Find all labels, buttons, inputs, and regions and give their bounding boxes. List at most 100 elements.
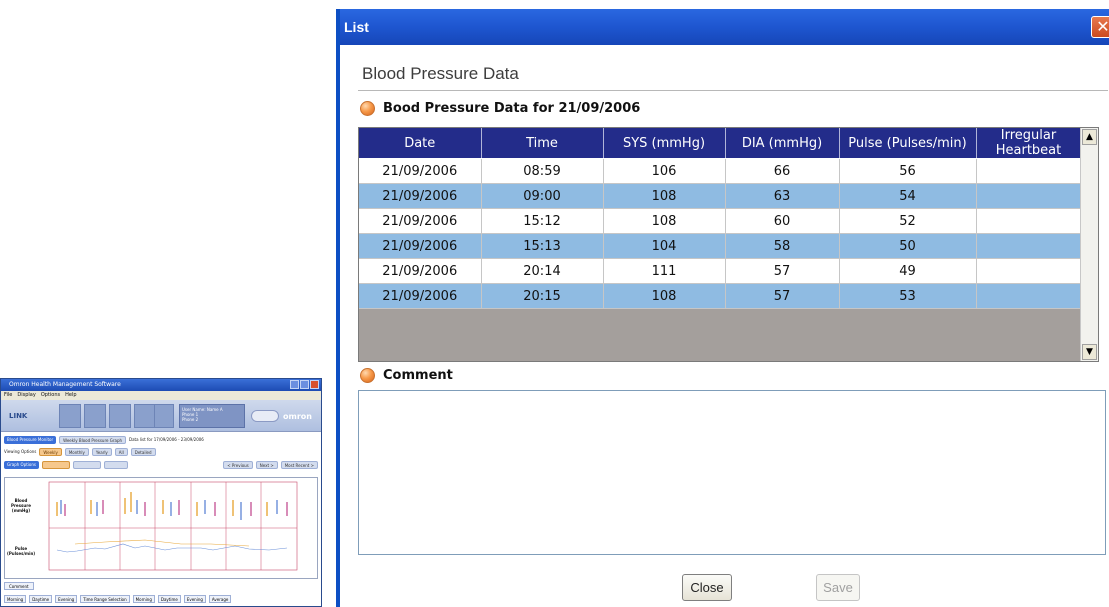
cell-pulse: 50 — [839, 233, 977, 259]
cell-pulse: 52 — [839, 208, 977, 234]
range-evening[interactable]: Evening — [183, 595, 206, 603]
user-name-value: Name A — [206, 407, 223, 412]
cell-pulse: 49 — [839, 258, 977, 284]
data-section-header: Bood Pressure Data for 21/09/2006 — [360, 101, 640, 116]
menu-file[interactable]: File — [4, 391, 12, 400]
graph-option-1[interactable] — [41, 460, 70, 469]
graph-options-button[interactable]: Graph Options — [4, 460, 39, 469]
background-title-bar: Omron Health Management Software — [1, 379, 321, 391]
close-icon[interactable] — [310, 380, 319, 389]
tab-weekly-graph[interactable]: Weekly Blood Pressure Graph — [59, 435, 127, 444]
page-title: Blood Pressure Data — [362, 64, 519, 83]
view-weekly-button[interactable]: Weekly — [39, 447, 62, 456]
cell-date: 21/09/2006 — [359, 233, 482, 259]
cell-dia: 66 — [725, 158, 840, 184]
background-tab-row: Blood Pressure Monitor Weekly Blood Pres… — [4, 434, 204, 445]
next-button[interactable]: Next > — [255, 460, 278, 469]
table-row[interactable]: 21/09/2006 20:14 111 57 49 — [359, 258, 1082, 284]
cell-time: 15:13 — [481, 233, 604, 259]
cell-dia: 57 — [725, 258, 840, 284]
cell-pulse: 56 — [839, 158, 977, 184]
cell-date: 21/09/2006 — [359, 158, 482, 184]
background-comment-button[interactable]: Comment — [4, 582, 34, 590]
close-button[interactable]: Close — [682, 574, 732, 601]
column-header-dia[interactable]: DIA (mmHg) — [725, 128, 840, 159]
comment-section-title: Comment — [383, 368, 453, 383]
orange-bullet-icon — [360, 101, 375, 116]
scroll-down-icon[interactable]: ▼ — [1082, 344, 1097, 360]
cell-sys: 104 — [603, 233, 726, 259]
table-row[interactable]: 21/09/2006 08:59 106 66 56 — [359, 158, 1082, 184]
previous-button[interactable]: < Previous — [223, 460, 253, 469]
cell-date: 21/09/2006 — [359, 208, 482, 234]
view-yearly-button[interactable]: Yearly — [91, 447, 112, 456]
background-title: Omron Health Management Software — [9, 381, 121, 388]
background-app-window[interactable]: Omron Health Management Software File Di… — [0, 378, 322, 607]
scroll-up-icon[interactable]: ▲ — [1082, 129, 1097, 145]
range-morning[interactable]: Morning — [132, 595, 155, 603]
background-bottom-bar: Morning Daytime Evening Time Range Selec… — [4, 594, 318, 604]
filter-evening[interactable]: Evening — [55, 595, 78, 603]
link-logo: LINK — [9, 412, 28, 420]
dialog-title-bar[interactable]: List ✕ — [340, 9, 1109, 45]
toolbar-button-1[interactable] — [59, 404, 81, 428]
cell-time: 20:15 — [481, 283, 604, 309]
user-phone-2: Phone 2 — [182, 417, 199, 422]
toolbar-button-3[interactable] — [109, 404, 131, 428]
minimize-icon[interactable] — [290, 380, 299, 389]
comment-field[interactable] — [358, 390, 1106, 555]
toolbar-button-5[interactable] — [154, 404, 174, 428]
cell-dia: 63 — [725, 183, 840, 209]
cell-time: 09:00 — [481, 183, 604, 209]
filter-morning[interactable]: Morning — [4, 595, 27, 603]
column-header-time[interactable]: Time — [481, 128, 604, 159]
bp-data-table[interactable]: Date Time SYS (mmHg) DIA (mmHg) Pulse (P… — [358, 127, 1099, 362]
cell-sys: 111 — [603, 258, 726, 284]
cell-pulse: 54 — [839, 183, 977, 209]
cell-dia: 60 — [725, 208, 840, 234]
background-comment-row: Comment — [4, 581, 318, 591]
weekly-graph: Blood Pressure (mmHg) Pulse (Pulses/min) — [4, 477, 318, 579]
column-header-date[interactable]: Date — [359, 128, 482, 159]
graph-options-row: Graph Options < Previous Next > Most Rec… — [4, 459, 318, 470]
table-row[interactable]: 21/09/2006 09:00 108 63 54 — [359, 183, 1082, 209]
column-header-pulse[interactable]: Pulse (Pulses/min) — [839, 128, 977, 159]
maximize-icon[interactable] — [300, 380, 309, 389]
range-average[interactable]: Average — [208, 595, 232, 603]
graph-option-3[interactable] — [103, 460, 128, 469]
graph-plot — [48, 481, 298, 571]
table-row[interactable]: 21/09/2006 20:15 108 57 53 — [359, 283, 1082, 309]
data-section-title: Bood Pressure Data for 21/09/2006 — [383, 101, 641, 116]
tab-bp-monitor[interactable]: Blood Pressure Monitor — [4, 435, 57, 444]
filter-daytime[interactable]: Daytime — [29, 595, 53, 603]
user-select-button[interactable] — [251, 410, 279, 422]
menu-help[interactable]: Help — [65, 391, 76, 400]
cell-time: 08:59 — [481, 158, 604, 184]
view-detailed-button[interactable]: Detailed — [130, 447, 156, 456]
list-dialog: List ✕ Blood Pressure Data Bood Pressure… — [336, 9, 1109, 607]
background-toolbar: LINK User Name: Name A Phone 1 Phone 2 o… — [1, 400, 321, 432]
save-button[interactable]: Save — [816, 574, 860, 601]
menu-display[interactable]: Display — [17, 391, 35, 400]
table-vertical-scrollbar[interactable]: ▲ ▼ — [1080, 128, 1098, 361]
view-all-button[interactable]: All — [114, 447, 128, 456]
cell-dia: 57 — [725, 283, 840, 309]
view-monthly-button[interactable]: Monthly — [64, 447, 89, 456]
comment-section-header: Comment — [360, 368, 453, 383]
close-icon[interactable]: ✕ — [1091, 16, 1109, 38]
table-row[interactable]: 21/09/2006 15:13 104 58 50 — [359, 233, 1082, 259]
range-daytime[interactable]: Daytime — [157, 595, 181, 603]
cell-date: 21/09/2006 — [359, 283, 482, 309]
toolbar-button-4[interactable] — [134, 404, 156, 428]
column-header-irregular-heartbeat[interactable]: Irregular Heartbeat — [976, 128, 1082, 159]
cell-time: 15:12 — [481, 208, 604, 234]
background-window-controls — [290, 380, 319, 389]
column-header-sys[interactable]: SYS (mmHg) — [603, 128, 726, 159]
graph-option-2[interactable] — [72, 460, 101, 469]
toolbar-button-2[interactable] — [84, 404, 106, 428]
most-recent-button[interactable]: Most Recent > — [280, 460, 318, 469]
menu-options[interactable]: Options — [41, 391, 60, 400]
viewing-options-row: Viewing Options Weekly Monthly Yearly Al… — [4, 446, 156, 457]
table-row[interactable]: 21/09/2006 15:12 108 60 52 — [359, 208, 1082, 234]
cell-irregular — [976, 183, 1082, 209]
